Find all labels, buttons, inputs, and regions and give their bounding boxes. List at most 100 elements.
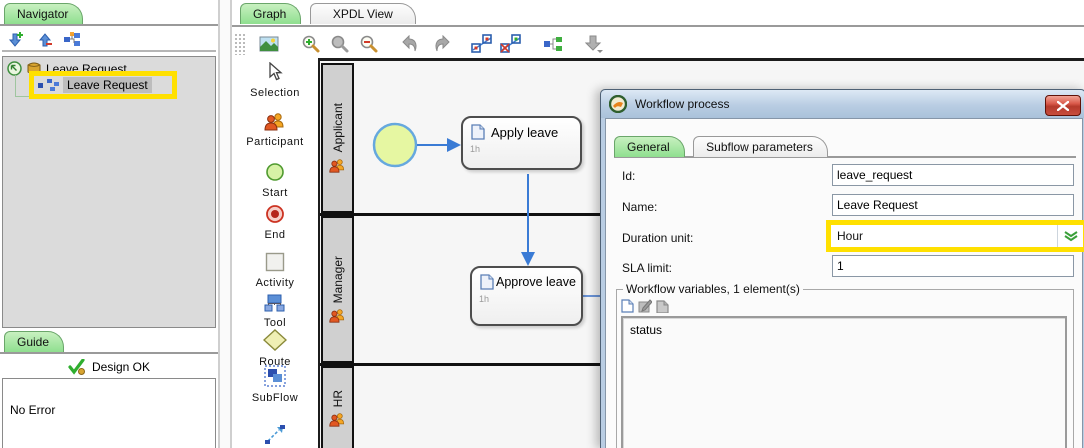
palette-selection[interactable]: Selection bbox=[232, 62, 318, 99]
highlight-box-tree-selection: Leave Request bbox=[29, 71, 177, 99]
activity-approve-leave-duration: 1h bbox=[479, 294, 489, 304]
arrow-up-minus-icon bbox=[36, 31, 53, 48]
close-x-icon bbox=[1057, 101, 1069, 111]
gray-arrow-dropdown-icon bbox=[585, 34, 605, 54]
palette-selection-label: Selection bbox=[250, 87, 300, 99]
activity-apply-leave[interactable]: Apply leave 1h bbox=[461, 116, 582, 170]
sla-limit-field-input[interactable] bbox=[832, 255, 1074, 277]
show-connections-button[interactable] bbox=[470, 32, 494, 56]
tab-navigator[interactable]: Navigator bbox=[4, 3, 83, 24]
insert-arrow-button[interactable] bbox=[583, 32, 607, 56]
export-image-button[interactable] bbox=[257, 32, 281, 56]
activity-apply-leave-duration: 1h bbox=[470, 144, 480, 154]
id-field-input[interactable] bbox=[832, 164, 1074, 186]
tab-general[interactable]: General bbox=[614, 136, 685, 157]
transition-arrow-icon bbox=[264, 423, 286, 445]
hide-connections-button[interactable] bbox=[499, 32, 523, 56]
palette-route[interactable]: Route bbox=[232, 329, 318, 368]
tab-general-label: General bbox=[627, 140, 670, 154]
workflow-process-dialog: Workflow process General Subflow paramet… bbox=[600, 89, 1084, 448]
redo-arrow-icon bbox=[431, 35, 450, 53]
process-state-icon bbox=[7, 61, 22, 76]
palette-start[interactable]: Start bbox=[232, 162, 318, 199]
palette-activity[interactable]: Activity bbox=[232, 252, 318, 289]
remove-element-button[interactable] bbox=[34, 29, 54, 49]
sla-limit-field-label: SLA limit: bbox=[622, 261, 672, 275]
variables-listbox[interactable]: status bbox=[621, 316, 1067, 448]
tab-navigator-label: Navigator bbox=[17, 7, 68, 21]
tree-child-label-selected[interactable]: Leave Request bbox=[63, 77, 152, 93]
graph-toolbar bbox=[234, 29, 1084, 58]
zoom-out-button[interactable] bbox=[357, 32, 381, 56]
route-gateway-icon bbox=[263, 329, 287, 351]
tree-bullet-icon bbox=[38, 83, 43, 88]
design-status: Design OK bbox=[0, 358, 218, 376]
edit-variable-icon[interactable] bbox=[638, 299, 652, 313]
palette-tool-label: Tool bbox=[264, 317, 286, 329]
hierarchy-icon bbox=[63, 32, 81, 47]
workflow-designer-app: Navigator bbox=[0, 0, 1084, 448]
dialog-close-button[interactable] bbox=[1045, 95, 1081, 116]
highlight-box-duration-unit: Hour bbox=[826, 220, 1084, 252]
participant-icon bbox=[264, 113, 286, 131]
tab-xpdl-view[interactable]: XPDL View bbox=[310, 3, 416, 24]
id-field-label: Id: bbox=[622, 169, 635, 183]
auto-layout-button[interactable] bbox=[541, 32, 565, 56]
navigator-panel: Navigator bbox=[0, 0, 218, 448]
panel-splitter[interactable] bbox=[218, 0, 232, 448]
document-icon bbox=[471, 124, 485, 140]
tab-subflow-parameters[interactable]: Subflow parameters bbox=[693, 136, 828, 157]
zoom-in-button[interactable] bbox=[299, 32, 323, 56]
combo-dropdown-button[interactable] bbox=[1057, 225, 1083, 247]
tab-graph[interactable]: Graph bbox=[240, 3, 301, 24]
delete-variable-icon[interactable] bbox=[656, 299, 669, 313]
palette-participant[interactable]: Participant bbox=[232, 113, 318, 148]
dialog-titlebar[interactable]: Workflow process bbox=[601, 90, 1084, 118]
guide-tabstrip: Guide bbox=[0, 330, 218, 354]
palette-subflow[interactable]: SubFlow bbox=[232, 365, 318, 404]
arrowhead-icon bbox=[521, 252, 535, 266]
variable-list-item[interactable]: status bbox=[630, 323, 662, 337]
add-element-button[interactable] bbox=[6, 29, 26, 49]
layout-tree-icon bbox=[543, 36, 563, 52]
name-field-input[interactable] bbox=[832, 194, 1074, 216]
palette-end[interactable]: End bbox=[232, 204, 318, 241]
palette-transition[interactable] bbox=[232, 423, 318, 445]
zoom-default-button[interactable] bbox=[328, 32, 352, 56]
connection-points-icon bbox=[471, 34, 493, 54]
start-event-node[interactable] bbox=[374, 124, 416, 166]
palette-start-label: Start bbox=[262, 187, 288, 199]
palette-end-label: End bbox=[264, 229, 285, 241]
tool-icon bbox=[264, 294, 286, 312]
activity-approve-leave-label: Approve leave bbox=[496, 275, 576, 289]
duration-unit-select[interactable]: Hour bbox=[831, 229, 1057, 243]
name-field-label: Name: bbox=[622, 200, 657, 214]
tab-guide-label: Guide bbox=[17, 335, 49, 349]
document-icon bbox=[480, 274, 494, 290]
undo-arrow-icon bbox=[402, 35, 421, 53]
navigator-toolbar bbox=[2, 28, 216, 52]
tab-guide[interactable]: Guide bbox=[4, 331, 64, 352]
tree-layout-button[interactable] bbox=[62, 29, 82, 49]
activity-apply-leave-label: Apply leave bbox=[491, 125, 558, 140]
variables-toolbar bbox=[621, 298, 1069, 316]
workflow-variables-group: Workflow variables, 1 element(s) bbox=[616, 282, 1074, 448]
palette-subflow-label: SubFlow bbox=[252, 392, 298, 404]
dialog-tabstrip: General Subflow parameters bbox=[614, 135, 1076, 158]
dialog-title-text: Workflow process bbox=[635, 97, 729, 111]
palette-participant-label: Participant bbox=[246, 136, 303, 148]
workflow-variables-title: Workflow variables, 1 element(s) bbox=[623, 282, 803, 296]
cursor-icon bbox=[266, 62, 284, 82]
tab-subflow-parameters-label: Subflow parameters bbox=[706, 140, 813, 154]
app-logo-icon bbox=[609, 95, 627, 113]
redo-button[interactable] bbox=[428, 32, 452, 56]
palette-tool[interactable]: Tool bbox=[232, 294, 318, 329]
guide-message-box: No Error bbox=[2, 378, 216, 448]
activity-approve-leave[interactable]: Approve leave 1h bbox=[470, 266, 583, 326]
navigator-tabstrip: Navigator bbox=[0, 2, 218, 26]
magnifier-icon bbox=[330, 34, 350, 54]
subprocess-icon bbox=[47, 79, 59, 91]
undo-button[interactable] bbox=[399, 32, 423, 56]
new-variable-icon[interactable] bbox=[621, 299, 634, 313]
toolbar-grip-handle[interactable] bbox=[234, 33, 246, 55]
